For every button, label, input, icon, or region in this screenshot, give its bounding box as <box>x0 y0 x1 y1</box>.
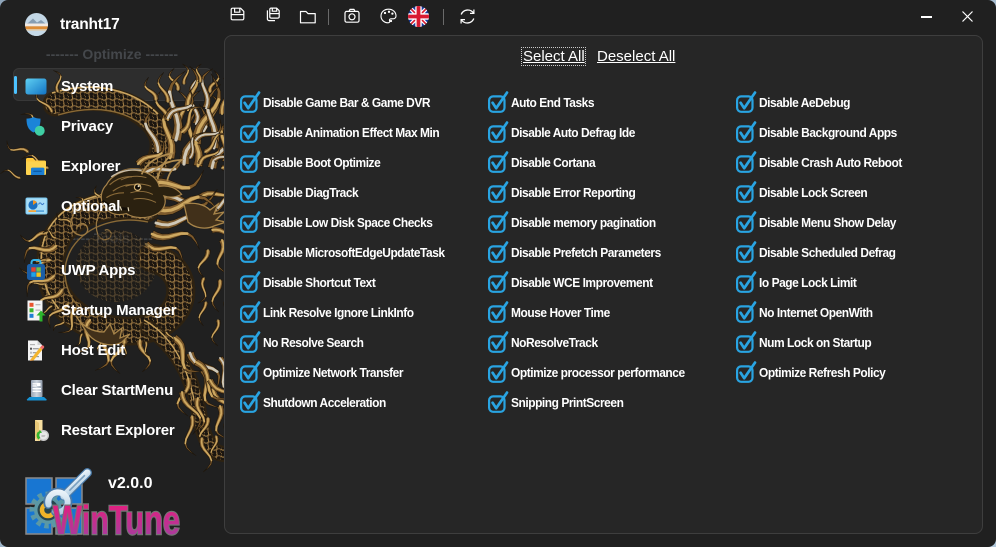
svg-text:WinTune: WinTune <box>53 498 180 542</box>
